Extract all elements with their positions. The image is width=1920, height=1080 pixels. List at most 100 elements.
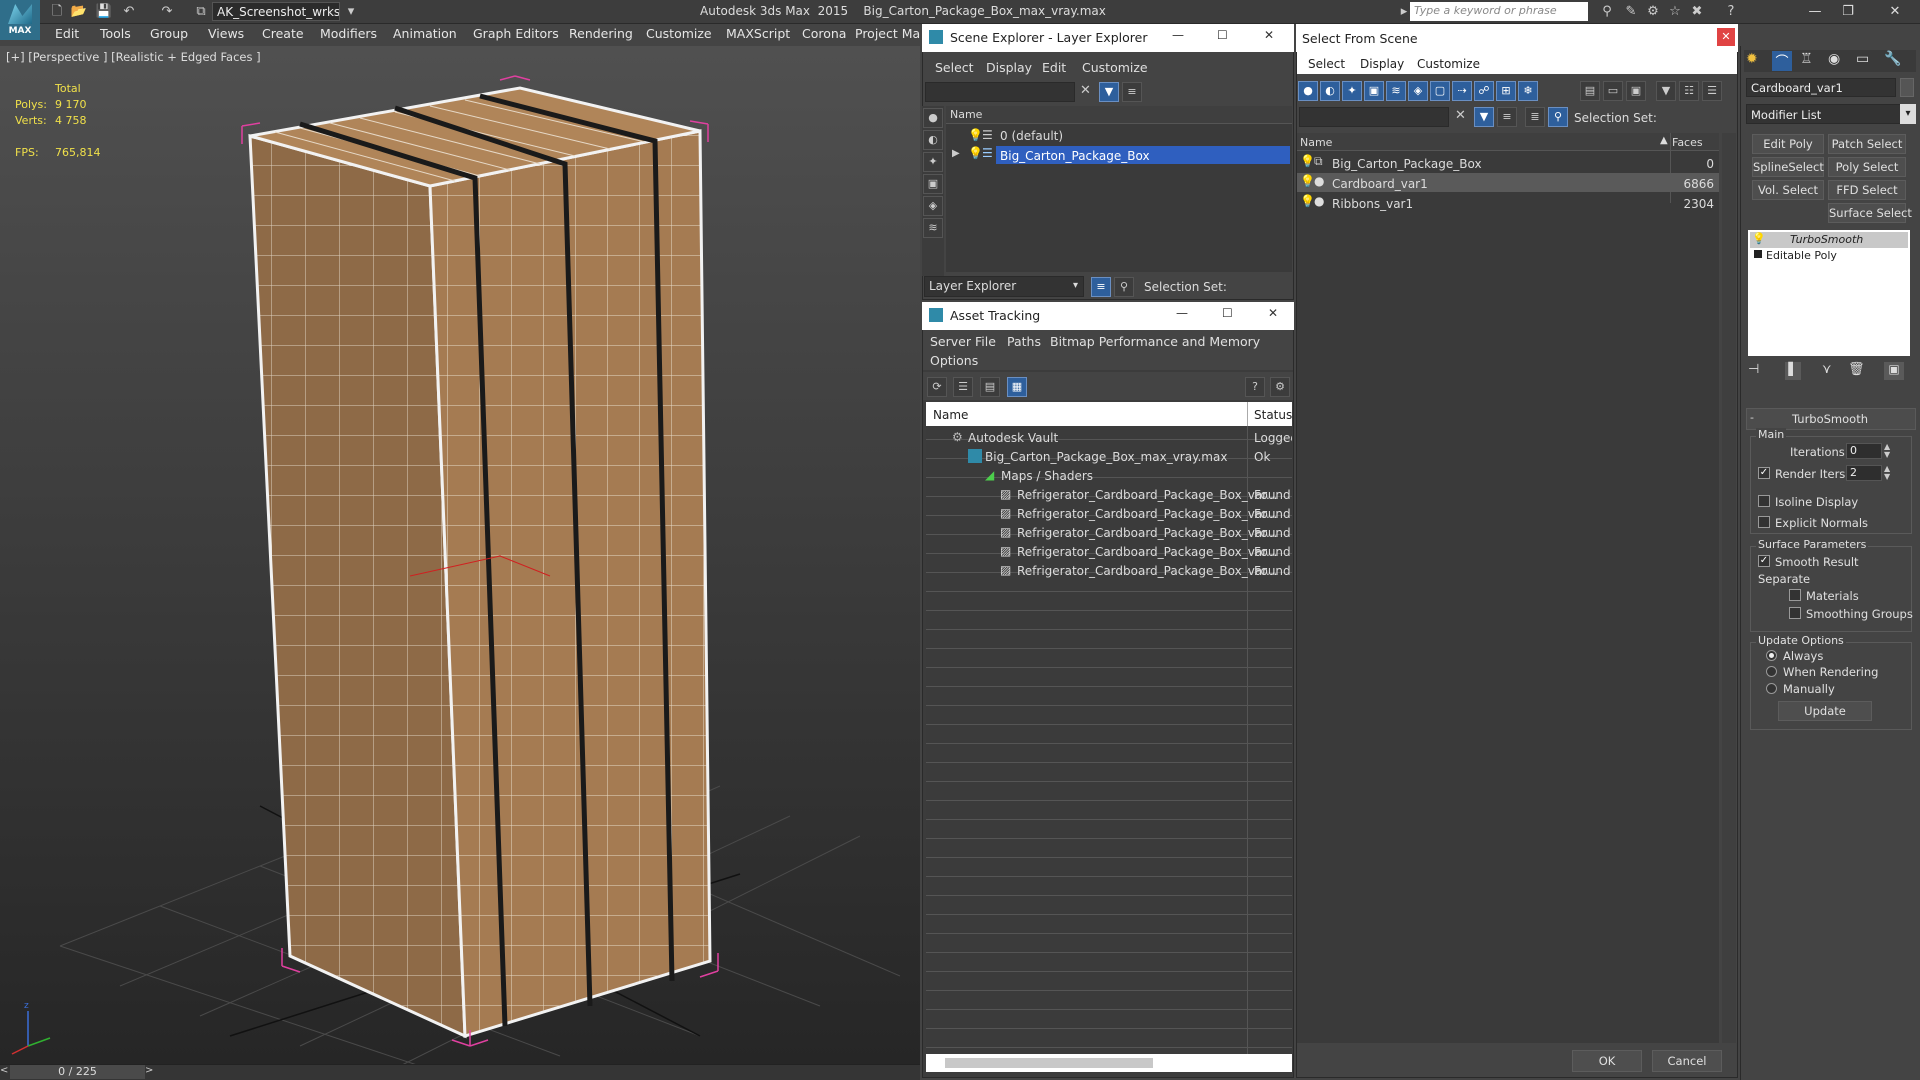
hierarchy-tab-icon[interactable]: ♖: [1800, 51, 1813, 67]
layer-item-default[interactable]: 0 (default): [1000, 129, 1063, 143]
configure-sets-icon[interactable]: ▣: [1884, 362, 1904, 380]
utilities-tab-icon[interactable]: 🔧: [1884, 51, 1901, 67]
select-all-icon[interactable]: ▤: [1580, 81, 1600, 101]
filter-xrefs-icon[interactable]: ⇢: [1452, 81, 1472, 101]
filter-lights-icon[interactable]: ✦: [1342, 81, 1362, 101]
collapse-icon[interactable]: -: [1750, 411, 1754, 424]
asset-row-name[interactable]: Autodesk Vault: [968, 431, 1058, 445]
display-children-icon[interactable]: ⚲: [1548, 107, 1568, 127]
materials-checkbox[interactable]: [1789, 589, 1801, 601]
at-menu-server[interactable]: Server: [930, 334, 971, 349]
at-menu-options[interactable]: Options: [930, 353, 978, 368]
select-none-icon[interactable]: ▭: [1603, 81, 1623, 101]
filter-frozen-icon[interactable]: ❄: [1518, 81, 1538, 101]
save-icon[interactable]: 💾: [95, 3, 113, 21]
menu-modifiers[interactable]: Modifiers: [320, 26, 377, 41]
time-slider[interactable]: 0 / 225: [10, 1065, 145, 1079]
display-geometry-icon[interactable]: ●: [923, 108, 943, 128]
asset-row-name[interactable]: Refrigerator_Cardboard_Package_Box_var..…: [1017, 507, 1277, 521]
lightbulb-icon[interactable]: 💡: [1300, 174, 1315, 188]
show-end-result-icon[interactable]: ▌: [1785, 362, 1801, 380]
layer-mode-icon[interactable]: ≡: [1091, 277, 1111, 297]
lightbulb-icon[interactable]: 💡: [1752, 232, 1766, 245]
poly-select-button[interactable]: Poly Select: [1828, 157, 1906, 177]
display-spacewarps-icon[interactable]: ≋: [923, 218, 943, 238]
at-menu-paths[interactable]: Paths: [1007, 334, 1041, 349]
always-radio[interactable]: [1766, 650, 1777, 661]
filter-helpers-icon[interactable]: ≋: [1386, 81, 1406, 101]
vertical-scrollbar[interactable]: [1722, 133, 1736, 1043]
open-file-icon[interactable]: 📂: [70, 3, 88, 21]
spinner-arrows-icon[interactable]: ▲ ▼: [1884, 465, 1890, 481]
restore-button[interactable]: ❐: [1833, 2, 1863, 22]
menu-tools[interactable]: Tools: [100, 26, 131, 41]
layer-item-big-carton[interactable]: Big_Carton_Package_Box: [1000, 149, 1150, 163]
app-logo[interactable]: MAX: [0, 0, 40, 40]
asset-row-name[interactable]: Refrigerator_Cardboard_Package_Box_var..…: [1017, 564, 1277, 578]
filter-bones-icon[interactable]: ☍: [1474, 81, 1494, 101]
layers-icon[interactable]: ≡: [1497, 107, 1517, 127]
motion-tab-icon[interactable]: ◉: [1828, 51, 1840, 67]
menu-views[interactable]: Views: [208, 26, 244, 41]
display-lights-icon[interactable]: ✦: [923, 152, 943, 172]
smooth-result-checkbox[interactable]: ✓: [1758, 555, 1770, 567]
lightbulb-icon[interactable]: 💡: [968, 146, 983, 160]
sfs-row-name[interactable]: Cardboard_var1: [1332, 177, 1428, 191]
maximize-icon[interactable]: ☐: [1222, 306, 1233, 320]
update-button[interactable]: Update: [1778, 701, 1872, 721]
sfs-row-name[interactable]: Big_Carton_Package_Box: [1332, 157, 1482, 171]
isoline-display-checkbox[interactable]: [1758, 495, 1770, 507]
perspective-viewport[interactable]: z: [0, 46, 920, 1066]
surface-select-button[interactable]: Surface Select: [1828, 203, 1912, 223]
expand-arrow-icon[interactable]: ▶: [952, 148, 960, 159]
exchange-icon[interactable]: ✖: [1688, 3, 1706, 21]
thumbnail-icon[interactable]: ▤: [980, 377, 1000, 397]
render-iters-spinner[interactable]: 2: [1846, 465, 1882, 481]
filter-geometry-icon[interactable]: ●: [1298, 81, 1318, 101]
sfs-search-input[interactable]: [1299, 107, 1449, 127]
scrollbar-thumb[interactable]: [945, 1058, 1153, 1068]
help-icon[interactable]: ?: [1245, 377, 1265, 397]
search-input[interactable]: Type a keyword or phrase: [1410, 2, 1588, 21]
modify-tab-icon[interactable]: ⌒: [1772, 51, 1792, 71]
se-menu-edit[interactable]: Edit: [1042, 60, 1066, 75]
menu-maxscript[interactable]: MAXScript: [726, 26, 790, 41]
cancel-button[interactable]: Cancel: [1652, 1050, 1722, 1072]
at-column-status[interactable]: Status: [1254, 408, 1292, 422]
sfs-column-faces[interactable]: Faces: [1672, 136, 1703, 149]
sfs-column-name[interactable]: Name: [1300, 136, 1332, 149]
asset-row-name[interactable]: Maps / Shaders: [1001, 469, 1093, 483]
minimize-button[interactable]: —: [1800, 2, 1830, 22]
filter-shapes-icon[interactable]: ◐: [1320, 81, 1340, 101]
undo-icon[interactable]: ↶: [120, 3, 138, 21]
pin-stack-icon[interactable]: ⊣: [1748, 362, 1759, 377]
list-view-icon[interactable]: ☰: [953, 377, 973, 397]
menu-edit[interactable]: Edit: [55, 26, 79, 41]
se-menu-display[interactable]: Display: [986, 60, 1032, 75]
se-search-input[interactable]: [925, 82, 1075, 102]
make-unique-icon[interactable]: ⋎: [1822, 362, 1832, 377]
grid-view-icon[interactable]: ▦: [1007, 377, 1027, 397]
ffd-select-button[interactable]: FFD Select: [1828, 180, 1906, 200]
when-rendering-radio[interactable]: [1766, 666, 1777, 677]
layers-icon[interactable]: ≡: [1122, 82, 1142, 102]
menu-graph-editors[interactable]: Graph Editors: [473, 26, 559, 41]
explicit-normals-checkbox[interactable]: [1758, 516, 1770, 528]
display-cameras-icon[interactable]: ▣: [923, 174, 943, 194]
asset-tracking-title[interactable]: Asset Tracking: [922, 302, 1294, 330]
se-menu-select[interactable]: Select: [935, 60, 974, 75]
sfs-menu-select[interactable]: Select: [1308, 57, 1345, 71]
project-folder-icon[interactable]: ⧉: [192, 3, 210, 21]
minimize-icon[interactable]: —: [1172, 28, 1184, 42]
workspace-dropdown[interactable]: AK_Screenshot_wrksp: [212, 2, 340, 21]
minimize-icon[interactable]: —: [1176, 306, 1188, 320]
maximize-icon[interactable]: ☐: [1217, 28, 1228, 42]
new-file-icon[interactable]: 🗋: [48, 3, 66, 21]
filter-icon[interactable]: ▼: [1099, 82, 1119, 102]
stack-item-turbosmooth[interactable]: TurboSmooth: [1790, 233, 1863, 246]
chevron-left-icon[interactable]: <: [0, 1065, 10, 1076]
patch-select-button[interactable]: Patch Select: [1828, 134, 1906, 154]
filter-groups-icon[interactable]: ▢: [1430, 81, 1450, 101]
chevron-down-icon[interactable]: ▾: [342, 3, 360, 21]
sfs-menu-display[interactable]: Display: [1360, 57, 1404, 71]
